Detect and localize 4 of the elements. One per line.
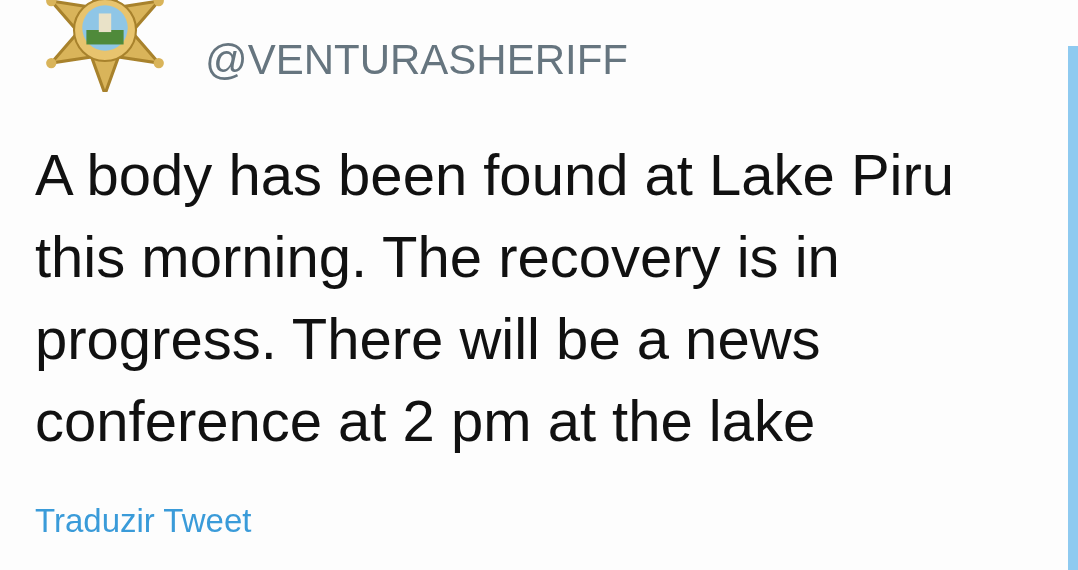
star-badge-icon — [43, 0, 167, 92]
translate-link[interactable]: Traduzir Tweet — [35, 502, 252, 540]
account-handle: @VENTURASHERIFF — [205, 35, 628, 85]
tweet-text: A body has been found at Lake Piru this morning. The recovery is in progress. There will be a news conference at 2 pm at the lake — [35, 141, 956, 455]
